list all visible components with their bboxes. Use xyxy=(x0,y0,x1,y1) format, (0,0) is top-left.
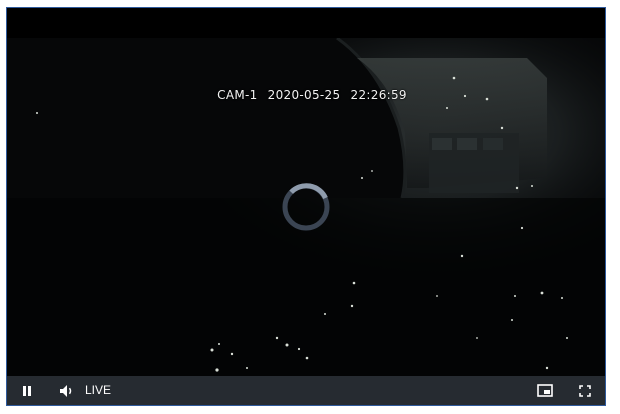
pause-button[interactable] xyxy=(17,376,37,405)
fullscreen-icon xyxy=(579,384,591,397)
volume-button[interactable] xyxy=(57,376,77,405)
overlay-date: 2020-05-25 xyxy=(267,88,341,102)
picture-in-picture-button[interactable] xyxy=(535,376,555,405)
volume-icon xyxy=(60,384,72,397)
picture-in-picture-icon xyxy=(537,384,553,397)
pause-icon xyxy=(23,385,31,396)
camera-name: CAM-1 xyxy=(217,88,258,102)
loading-spinner-icon xyxy=(282,183,330,231)
timestamp-overlay: CAM-1 2020-05-25 22:26:59 xyxy=(7,88,605,102)
video-player[interactable]: CAM-1 2020-05-25 22:26:59 LIVE xyxy=(6,7,606,406)
fullscreen-button[interactable] xyxy=(575,376,595,405)
live-indicator: LIVE xyxy=(85,383,112,397)
control-bar: LIVE xyxy=(7,376,605,405)
overlay-time: 22:26:59 xyxy=(350,88,407,102)
